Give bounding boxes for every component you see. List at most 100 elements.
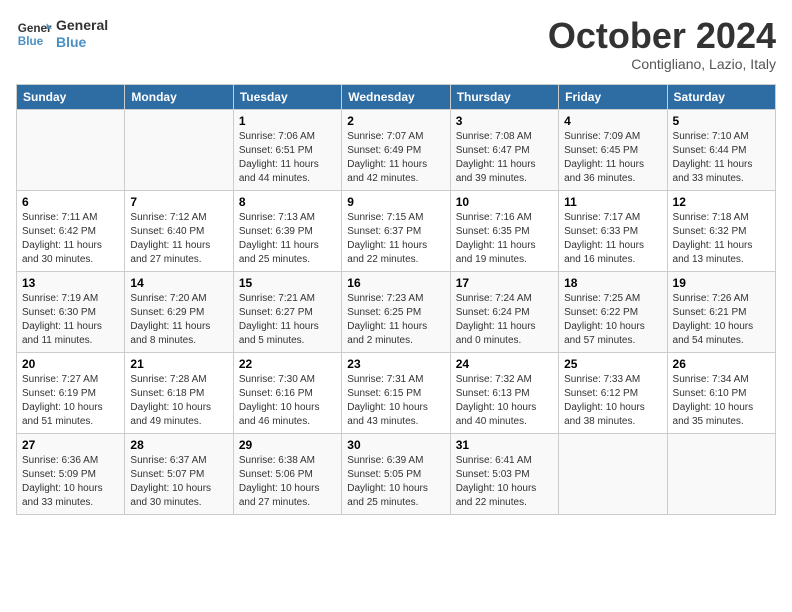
day-number: 4 (564, 114, 661, 128)
cell-info: Sunset: 6:10 PM (673, 387, 770, 401)
calendar-cell: 15Sunrise: 7:21 AMSunset: 6:27 PMDayligh… (233, 271, 341, 352)
cell-info: Sunrise: 7:10 AM (673, 130, 770, 144)
cell-info: Sunrise: 7:18 AM (673, 211, 770, 225)
cell-info: Sunrise: 7:30 AM (239, 373, 336, 387)
cell-info: Sunset: 6:22 PM (564, 306, 661, 320)
calendar-week-row: 20Sunrise: 7:27 AMSunset: 6:19 PMDayligh… (17, 352, 776, 433)
title-block: October 2024 Contigliano, Lazio, Italy (548, 16, 776, 72)
day-number: 12 (673, 195, 770, 209)
day-number: 25 (564, 357, 661, 371)
calendar-cell: 1Sunrise: 7:06 AMSunset: 6:51 PMDaylight… (233, 109, 341, 190)
cell-info: Daylight: 11 hours and 42 minutes. (347, 158, 444, 186)
day-number: 30 (347, 438, 444, 452)
calendar-cell: 17Sunrise: 7:24 AMSunset: 6:24 PMDayligh… (450, 271, 558, 352)
day-header-saturday: Saturday (667, 84, 775, 109)
cell-info: Sunset: 6:30 PM (22, 306, 119, 320)
day-header-friday: Friday (559, 84, 667, 109)
cell-info: Sunset: 6:21 PM (673, 306, 770, 320)
calendar-cell: 12 Sunrise: 7:18 AMSunset: 6:32 PMDayligh… (667, 190, 775, 271)
cell-info: Sunset: 6:16 PM (239, 387, 336, 401)
cell-info: Sunrise: 7:16 AM (456, 211, 553, 225)
cell-info: Daylight: 11 hours and 30 minutes. (22, 239, 119, 267)
cell-info: Sunset: 6:32 PM (673, 225, 770, 239)
calendar-cell: 28Sunrise: 6:37 AMSunset: 5:07 PMDayligh… (125, 433, 233, 514)
cell-info: Sunrise: 7:32 AM (456, 373, 553, 387)
day-number: 9 (347, 195, 444, 209)
cell-info: Sunset: 5:06 PM (239, 468, 336, 482)
cell-info: Sunset: 6:35 PM (456, 225, 553, 239)
cell-info: Daylight: 11 hours and 22 minutes. (347, 239, 444, 267)
cell-info: Daylight: 11 hours and 11 minutes. (22, 320, 119, 348)
calendar-cell: 22Sunrise: 7:30 AMSunset: 6:16 PMDayligh… (233, 352, 341, 433)
day-number: 16 (347, 276, 444, 290)
calendar-cell: 2Sunrise: 7:07 AMSunset: 6:49 PMDaylight… (342, 109, 450, 190)
cell-info: Daylight: 11 hours and 8 minutes. (130, 320, 227, 348)
calendar-table: SundayMondayTuesdayWednesdayThursdayFrid… (16, 84, 776, 515)
calendar-cell: 8Sunrise: 7:13 AMSunset: 6:39 PMDaylight… (233, 190, 341, 271)
day-header-thursday: Thursday (450, 84, 558, 109)
day-number: 21 (130, 357, 227, 371)
cell-info: Sunrise: 7:11 AM (22, 211, 119, 225)
day-number: 8 (239, 195, 336, 209)
day-number: 23 (347, 357, 444, 371)
cell-info: Daylight: 11 hours and 13 minutes. (673, 239, 770, 267)
cell-info: Daylight: 10 hours and 38 minutes. (564, 401, 661, 429)
cell-info: Sunrise: 7:08 AM (456, 130, 553, 144)
calendar-cell: 5Sunrise: 7:10 AMSunset: 6:44 PMDaylight… (667, 109, 775, 190)
calendar-cell: 25Sunrise: 7:33 AMSunset: 6:12 PMDayligh… (559, 352, 667, 433)
cell-info: Sunset: 6:33 PM (564, 225, 661, 239)
cell-info: Daylight: 10 hours and 49 minutes. (130, 401, 227, 429)
calendar-cell: 26Sunrise: 7:34 AMSunset: 6:10 PMDayligh… (667, 352, 775, 433)
cell-info: Daylight: 10 hours and 46 minutes. (239, 401, 336, 429)
cell-info: Sunset: 6:39 PM (239, 225, 336, 239)
day-number: 15 (239, 276, 336, 290)
calendar-cell: 29Sunrise: 6:38 AMSunset: 5:06 PMDayligh… (233, 433, 341, 514)
cell-info: Sunset: 6:29 PM (130, 306, 227, 320)
day-header-monday: Monday (125, 84, 233, 109)
cell-info: Sunset: 6:12 PM (564, 387, 661, 401)
cell-info: Sunset: 6:25 PM (347, 306, 444, 320)
cell-info: Daylight: 11 hours and 2 minutes. (347, 320, 444, 348)
logo-icon: General Blue (16, 16, 52, 52)
cell-info: Sunset: 5:03 PM (456, 468, 553, 482)
cell-info: Sunset: 5:09 PM (22, 468, 119, 482)
calendar-cell: 27Sunrise: 6:36 AMSunset: 5:09 PMDayligh… (17, 433, 125, 514)
cell-info: Sunrise: 7:15 AM (347, 211, 444, 225)
calendar-cell: 9 Sunrise: 7:15 AMSunset: 6:37 PMDaylight… (342, 190, 450, 271)
cell-info: Sunrise: 7:24 AM (456, 292, 553, 306)
calendar-cell (17, 109, 125, 190)
day-number: 18 (564, 276, 661, 290)
calendar-week-row: 27Sunrise: 6:36 AMSunset: 5:09 PMDayligh… (17, 433, 776, 514)
logo-general: General (56, 17, 108, 34)
cell-info: Sunset: 6:37 PM (347, 225, 444, 239)
calendar-cell: 3Sunrise: 7:08 AMSunset: 6:47 PMDaylight… (450, 109, 558, 190)
cell-info: Daylight: 10 hours and 57 minutes. (564, 320, 661, 348)
calendar-cell: 24Sunrise: 7:32 AMSunset: 6:13 PMDayligh… (450, 352, 558, 433)
cell-info: Sunset: 6:44 PM (673, 144, 770, 158)
cell-info: Daylight: 11 hours and 19 minutes. (456, 239, 553, 267)
cell-info: Sunrise: 6:38 AM (239, 454, 336, 468)
day-header-sunday: Sunday (17, 84, 125, 109)
cell-info: Sunset: 6:19 PM (22, 387, 119, 401)
day-number: 14 (130, 276, 227, 290)
cell-info: Daylight: 11 hours and 16 minutes. (564, 239, 661, 267)
day-number: 29 (239, 438, 336, 452)
cell-info: Daylight: 11 hours and 44 minutes. (239, 158, 336, 186)
day-number: 1 (239, 114, 336, 128)
cell-info: Sunset: 6:45 PM (564, 144, 661, 158)
day-number: 31 (456, 438, 553, 452)
calendar-cell: 13Sunrise: 7:19 AMSunset: 6:30 PMDayligh… (17, 271, 125, 352)
calendar-cell: 14Sunrise: 7:20 AMSunset: 6:29 PMDayligh… (125, 271, 233, 352)
cell-info: Daylight: 11 hours and 27 minutes. (130, 239, 227, 267)
day-header-tuesday: Tuesday (233, 84, 341, 109)
cell-info: Sunset: 6:42 PM (22, 225, 119, 239)
calendar-cell: 20Sunrise: 7:27 AMSunset: 6:19 PMDayligh… (17, 352, 125, 433)
day-number: 3 (456, 114, 553, 128)
cell-info: Sunrise: 7:21 AM (239, 292, 336, 306)
cell-info: Daylight: 10 hours and 30 minutes. (130, 482, 227, 510)
cell-info: Daylight: 10 hours and 35 minutes. (673, 401, 770, 429)
calendar-cell: 31Sunrise: 6:41 AMSunset: 5:03 PMDayligh… (450, 433, 558, 514)
location: Contigliano, Lazio, Italy (548, 56, 776, 72)
cell-info: Daylight: 10 hours and 22 minutes. (456, 482, 553, 510)
calendar-cell: 23Sunrise: 7:31 AMSunset: 6:15 PMDayligh… (342, 352, 450, 433)
